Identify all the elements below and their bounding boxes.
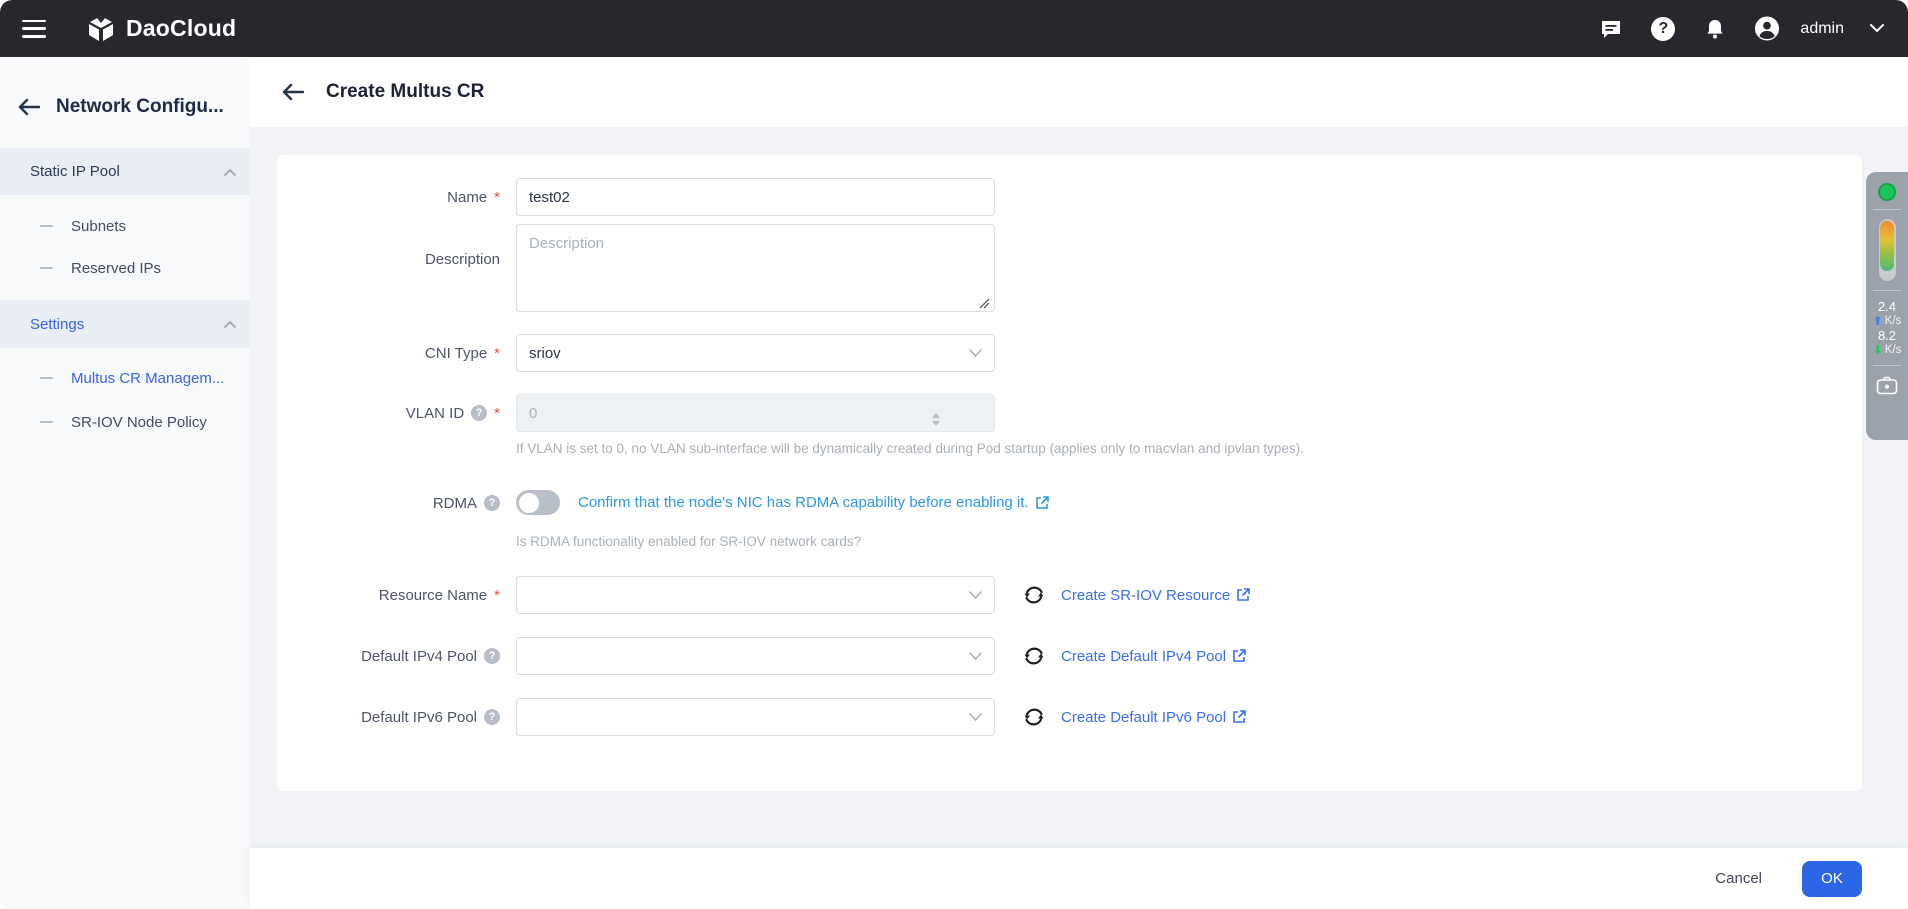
help-tooltip-icon[interactable]: ? [484, 709, 500, 725]
cni-type-label: CNI Type* [277, 334, 500, 372]
default-ipv4-pool-select[interactable] [516, 637, 995, 675]
sidebar-section-static-ip-pool[interactable]: Static IP Pool [0, 148, 250, 195]
default-ipv6-pool-select[interactable] [516, 698, 995, 736]
resource-name-select[interactable] [516, 576, 995, 614]
ok-button[interactable]: OK [1802, 861, 1862, 897]
chevron-down-icon[interactable] [1870, 24, 1884, 33]
app-window: DaoCloud ? admin Network Configu... [0, 0, 1908, 909]
required-asterisk: * [494, 405, 500, 422]
default-ipv6-pool-label: Default IPv6 Pool ? [277, 698, 500, 736]
number-stepper[interactable] [932, 413, 940, 426]
chevron-down-icon [969, 349, 982, 357]
chevron-up-icon [224, 168, 236, 176]
sidebar-back-icon[interactable] [18, 98, 40, 116]
required-asterisk: * [494, 587, 500, 604]
bell-icon[interactable] [1702, 16, 1728, 42]
name-input[interactable] [516, 178, 995, 216]
chevron-down-icon [969, 591, 982, 599]
sidebar-item-subnets[interactable]: Subnets [0, 207, 250, 245]
dash-icon [40, 377, 53, 379]
status-dot-icon [1878, 183, 1896, 201]
divider [1873, 209, 1901, 210]
sidebar-item-label: SR-IOV Node Policy [71, 414, 207, 431]
create-sriov-resource-link[interactable]: Create SR-IOV Resource [1061, 587, 1250, 604]
vlan-id-input[interactable] [516, 394, 995, 432]
daocloud-logo-icon [86, 14, 116, 44]
dash-icon [40, 267, 53, 269]
rdma-toggle[interactable] [516, 490, 560, 515]
upload-rate-unit: ⬆K/s [1873, 314, 1902, 328]
user-name[interactable]: admin [1800, 20, 1844, 38]
sidebar-item-sriov-node-policy[interactable]: SR-IOV Node Policy [0, 403, 250, 441]
sidebar-item-label: Multus CR Managem... [71, 370, 224, 387]
section-label: Static IP Pool [30, 163, 120, 180]
cni-type-select[interactable]: sriov [516, 334, 995, 372]
top-navigation-bar: DaoCloud ? admin [0, 0, 1908, 57]
vlan-id-label: VLAN ID ? * [277, 394, 500, 432]
brand-name: DaoCloud [126, 15, 236, 42]
name-label: Name* [277, 178, 500, 216]
help-tooltip-icon[interactable]: ? [471, 405, 487, 421]
divider [1873, 365, 1901, 366]
hamburger-menu-icon[interactable] [22, 20, 46, 38]
external-link-icon [1236, 588, 1250, 602]
refresh-icon[interactable] [1023, 645, 1045, 667]
rdma-confirm-link[interactable]: Confirm that the node's NIC has RDMA cap… [578, 490, 1049, 515]
refresh-icon[interactable] [1023, 706, 1045, 728]
sidebar-item-label: Reserved IPs [71, 260, 161, 277]
sidebar-item-multus-cr-management[interactable]: Multus CR Managem... [0, 359, 250, 397]
create-default-ipv6-pool-link[interactable]: Create Default IPv6 Pool [1061, 709, 1246, 726]
section-label: Settings [30, 316, 84, 333]
monitor-widget: 2.4 ⬆K/s 8.2 ⬇K/s [1866, 172, 1908, 440]
description-label: Description [277, 240, 500, 278]
sidebar-title: Network Configu... [56, 96, 224, 118]
camera-icon[interactable] [1876, 376, 1898, 395]
cancel-button[interactable]: Cancel [1709, 869, 1768, 888]
help-tooltip-icon[interactable]: ? [484, 495, 500, 511]
cni-type-value: sriov [529, 345, 561, 362]
external-link-icon [1232, 710, 1246, 724]
divider [1873, 290, 1901, 291]
resource-name-label: Resource Name* [277, 576, 500, 614]
external-link-icon [1232, 649, 1246, 663]
action-footer: Cancel OK [250, 848, 1908, 909]
rdma-help-text: Is RDMA functionality enabled for SR-IOV… [516, 534, 861, 549]
sidebar-item-reserved-ips[interactable]: Reserved IPs [0, 249, 250, 287]
vlan-help-text: If VLAN is set to 0, no VLAN sub-interfa… [516, 441, 1304, 456]
refresh-icon[interactable] [1023, 584, 1045, 606]
help-tooltip-icon[interactable]: ? [484, 648, 500, 664]
chevron-up-icon [224, 320, 236, 328]
chat-icon[interactable] [1598, 16, 1624, 42]
form-card: Name* Description CNI Type* sriov VLAN I… [277, 155, 1862, 791]
default-ipv4-pool-label: Default IPv4 Pool ? [277, 637, 500, 675]
resource-gauge [1879, 219, 1896, 281]
create-default-ipv4-pool-link[interactable]: Create Default IPv4 Pool [1061, 648, 1246, 665]
required-asterisk: * [494, 345, 500, 362]
page-title: Create Multus CR [326, 81, 484, 103]
dash-icon [40, 421, 53, 423]
download-rate-value: 8.2 [1878, 328, 1896, 343]
sidebar-section-settings[interactable]: Settings [0, 300, 250, 348]
page-back-icon[interactable] [282, 83, 304, 101]
description-textarea[interactable] [516, 224, 995, 312]
chevron-down-icon [969, 713, 982, 721]
user-avatar-icon[interactable] [1754, 16, 1780, 42]
external-link-icon [1035, 496, 1049, 510]
arrow-down-icon: ⬇ [1873, 343, 1883, 357]
sidebar: Network Configu... Static IP Pool Subnet… [0, 57, 250, 909]
page-header: Create Multus CR [250, 57, 1908, 127]
upload-rate-value: 2.4 [1878, 299, 1896, 314]
arrow-up-icon: ⬆ [1873, 314, 1883, 328]
brand-logo[interactable]: DaoCloud [86, 14, 236, 44]
rdma-label: RDMA ? [277, 484, 500, 522]
help-icon[interactable]: ? [1650, 16, 1676, 42]
download-rate-unit: ⬇K/s [1873, 343, 1902, 357]
chevron-down-icon [969, 652, 982, 660]
dash-icon [40, 225, 53, 227]
sidebar-item-label: Subnets [71, 218, 126, 235]
required-asterisk: * [494, 189, 500, 206]
